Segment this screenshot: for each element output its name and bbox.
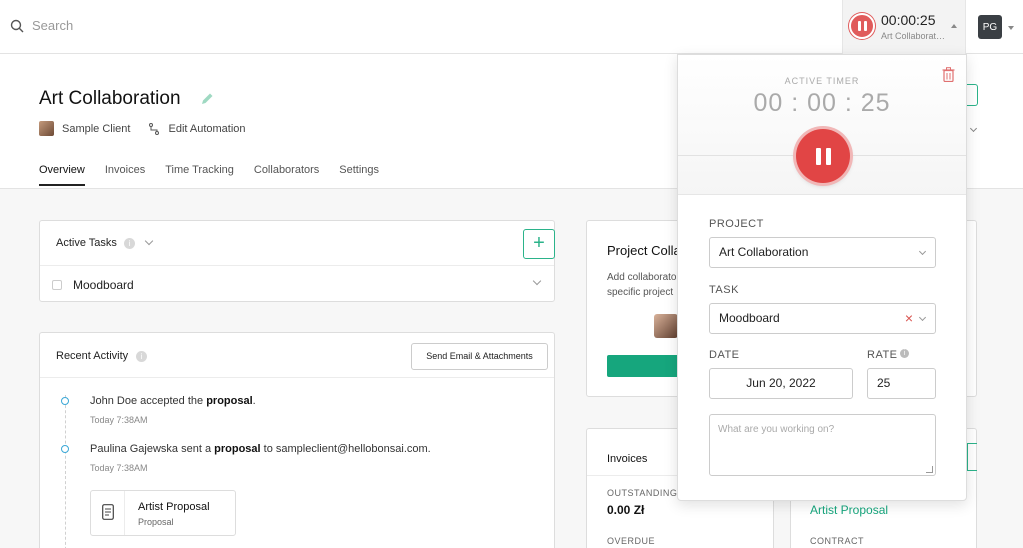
- timer-display-area: ACTIVE TIMER 00 : 00 : 25: [678, 55, 966, 195]
- project-tabs: Overview Invoices Time Tracking Collabor…: [39, 164, 379, 186]
- info-icon[interactable]: i: [124, 238, 135, 249]
- timer-chip-time: 00:00:25: [881, 12, 936, 28]
- client-row: Sample Client Edit Automation: [39, 121, 246, 136]
- recent-activity-title: Recent Activity: [56, 350, 129, 362]
- user-avatar[interactable]: PG: [978, 15, 1002, 39]
- page-title: Art Collaboration: [39, 88, 181, 109]
- rate-label: RATE: [867, 349, 898, 361]
- tab-invoices[interactable]: Invoices: [105, 164, 145, 186]
- document-icon: [102, 504, 114, 520]
- recent-activity-card: Recent Activity i Send Email & Attachmen…: [39, 332, 555, 548]
- proposal-link[interactable]: proposal: [214, 443, 260, 455]
- collaborators-title: Project Colla: [607, 243, 681, 258]
- invoices-title: Invoices: [607, 453, 648, 465]
- task-checkbox[interactable]: [52, 280, 62, 290]
- task-row[interactable]: Moodboard: [40, 267, 554, 302]
- task-name: Moodboard: [73, 278, 134, 292]
- search-placeholder: Search: [32, 18, 74, 33]
- add-task-button[interactable]: +: [523, 229, 555, 259]
- overdue-label: OVERDUE: [607, 536, 656, 546]
- rate-input[interactable]: 25: [867, 368, 936, 399]
- info-icon[interactable]: i: [900, 349, 909, 358]
- resize-handle[interactable]: [926, 466, 933, 473]
- project-select-value: Art Collaboration: [719, 245, 809, 259]
- timeline-dot: [61, 445, 69, 453]
- pause-timer-button[interactable]: [796, 129, 850, 183]
- send-email-button[interactable]: Send Email & Attachments: [411, 343, 548, 370]
- attachment-card[interactable]: Artist Proposal Proposal: [90, 490, 236, 536]
- tab-settings[interactable]: Settings: [339, 164, 379, 186]
- date-label: DATE: [709, 349, 740, 361]
- client-name[interactable]: Sample Client: [62, 123, 130, 135]
- notes-placeholder: What are you working on?: [718, 424, 835, 435]
- activity-time: Today 7:38AM: [90, 463, 148, 473]
- collaborators-description: Add collaborato specific project: [607, 272, 677, 298]
- activity-item: John Doe accepted the proposal.: [90, 395, 256, 407]
- activity-item: Paulina Gajewska sent a proposal to samp…: [90, 443, 431, 455]
- chevron-down-icon[interactable]: [969, 124, 978, 133]
- active-tasks-card: Active Tasks i + Moodboard: [39, 220, 555, 302]
- pause-icon: [815, 147, 831, 165]
- chevron-up-icon: [951, 24, 957, 28]
- task-select[interactable]: Moodboard ×: [709, 303, 936, 334]
- timer-hours: 00: [753, 89, 784, 117]
- notes-textarea[interactable]: What are you working on?: [709, 414, 936, 476]
- attachment-icon-box: [91, 491, 125, 535]
- contract-link[interactable]: Artist Proposal: [810, 503, 888, 517]
- clear-icon[interactable]: ×: [905, 304, 913, 333]
- timer-seconds: 25: [860, 89, 891, 117]
- automation-icon: [149, 122, 160, 135]
- top-bar: Search 00:00:25 Art Collaboration PG: [0, 0, 1023, 54]
- active-tasks-header: Active Tasks i +: [40, 221, 555, 266]
- chevron-down-icon[interactable]: [532, 276, 542, 286]
- timeline-dot: [61, 397, 69, 405]
- timer-minutes: 00: [807, 89, 837, 117]
- collaborator-avatar: [654, 314, 678, 338]
- search-icon: [10, 19, 24, 32]
- pencil-icon[interactable]: [200, 92, 214, 106]
- invite-collaborator-button[interactable]: [607, 355, 687, 377]
- activity-time: Today 7:38AM: [90, 415, 148, 425]
- chevron-down-icon: [918, 247, 927, 256]
- active-timer-label: ACTIVE TIMER: [784, 76, 860, 86]
- tab-time-tracking[interactable]: Time Tracking: [165, 164, 234, 186]
- task-label: TASK: [709, 284, 739, 296]
- tab-collaborators[interactable]: Collaborators: [254, 164, 319, 186]
- proposal-link[interactable]: proposal: [206, 395, 252, 407]
- info-icon[interactable]: i: [136, 351, 147, 362]
- task-select-value: Moodboard: [719, 311, 780, 325]
- active-timer-time: 00 : 00 : 25: [753, 89, 891, 117]
- edit-automation-link[interactable]: Edit Automation: [168, 123, 245, 135]
- client-avatar: [39, 121, 54, 136]
- tab-overview[interactable]: Overview: [39, 164, 85, 186]
- contract-label: CONTRACT: [810, 536, 864, 546]
- timer-chip[interactable]: 00:00:25 Art Collaboration: [842, 0, 966, 54]
- search-bar[interactable]: Search: [10, 18, 73, 33]
- date-input[interactable]: Jun 20, 2022: [709, 368, 853, 399]
- attachment-subtitle: Proposal: [138, 517, 174, 527]
- active-tasks-title: Active Tasks: [56, 237, 117, 249]
- timer-popup: ACTIVE TIMER 00 : 00 : 25 PROJECT Art Co…: [677, 54, 967, 501]
- project-label: PROJECT: [709, 218, 764, 230]
- timer-chip-project: Art Collaboration: [881, 31, 947, 41]
- attachment-title: Artist Proposal: [138, 501, 210, 513]
- timeline-line: [65, 395, 66, 548]
- chevron-down-icon[interactable]: [1008, 26, 1014, 30]
- outstanding-value: 0.00 Zł: [607, 503, 645, 517]
- chevron-down-icon: [918, 313, 927, 322]
- pause-icon: [857, 21, 867, 31]
- project-select[interactable]: Art Collaboration: [709, 237, 936, 268]
- chevron-down-icon[interactable]: [144, 236, 154, 246]
- timer-pause-button[interactable]: [849, 13, 875, 39]
- outstanding-label: OUTSTANDING: [607, 488, 678, 498]
- contract-action-button[interactable]: [967, 443, 977, 471]
- recent-activity-header: Recent Activity i Send Email & Attachmen…: [40, 333, 554, 378]
